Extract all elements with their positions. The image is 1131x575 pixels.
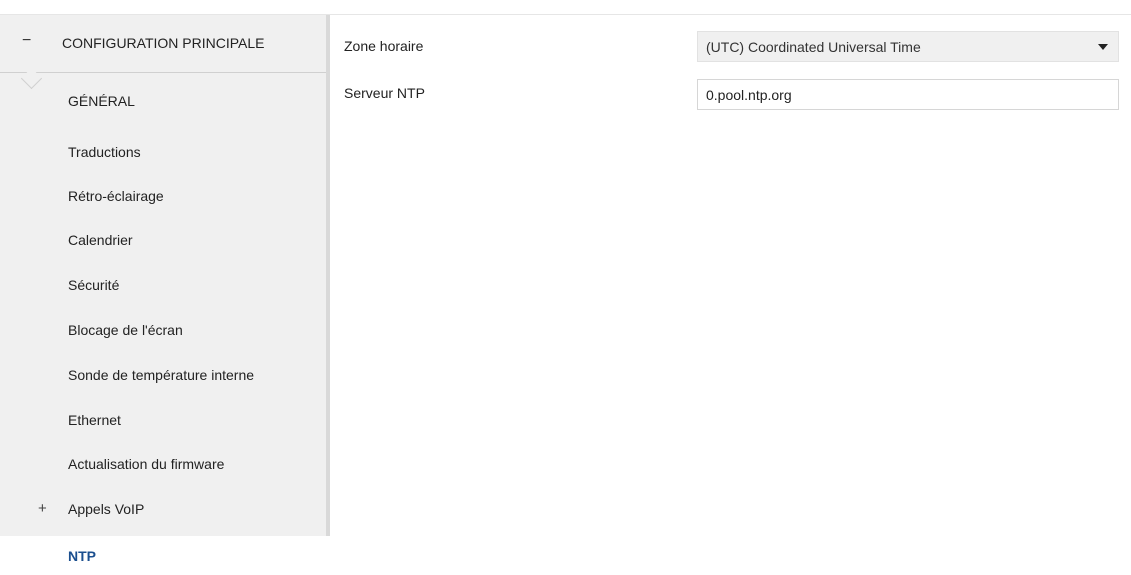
sidebar-item-ntp[interactable]: NTP: [68, 548, 96, 564]
sidebar: − CONFIGURATION PRINCIPALE GÉNÉRAL Tradu…: [0, 15, 330, 536]
ntp-server-input[interactable]: [697, 79, 1119, 110]
sidebar-item-internal-temperature-probe[interactable]: Sonde de température interne: [68, 367, 254, 383]
timezone-label: Zone horaire: [344, 38, 424, 54]
sidebar-item-active-background: [18, 536, 330, 575]
sidebar-item-translations[interactable]: Traductions: [68, 144, 141, 160]
ntp-server-label: Serveur NTP: [344, 85, 425, 101]
sidebar-item-security[interactable]: Sécurité: [68, 277, 119, 293]
expand-icon[interactable]: +: [38, 500, 47, 517]
sidebar-header-configuration[interactable]: − CONFIGURATION PRINCIPALE: [0, 15, 326, 73]
sidebar-item-calendar[interactable]: Calendrier: [68, 232, 133, 248]
sidebar-item-ethernet[interactable]: Ethernet: [68, 412, 121, 428]
sidebar-item-screen-lock[interactable]: Blocage de l'écran: [68, 322, 183, 338]
sidebar-item-voip-calls[interactable]: Appels VoIP: [68, 501, 144, 517]
collapse-icon[interactable]: −: [22, 32, 31, 50]
timezone-select[interactable]: (UTC) Coordinated Universal Time: [697, 31, 1119, 62]
timezone-selected-value: (UTC) Coordinated Universal Time: [706, 39, 921, 55]
sidebar-header-label: CONFIGURATION PRINCIPALE: [62, 35, 265, 51]
sidebar-item-general[interactable]: GÉNÉRAL: [68, 93, 135, 109]
sidebar-item-backlight[interactable]: Rétro-éclairage: [68, 188, 164, 204]
sidebar-item-firmware-update[interactable]: Actualisation du firmware: [68, 456, 224, 472]
dropdown-arrow-icon[interactable]: [1098, 44, 1108, 50]
